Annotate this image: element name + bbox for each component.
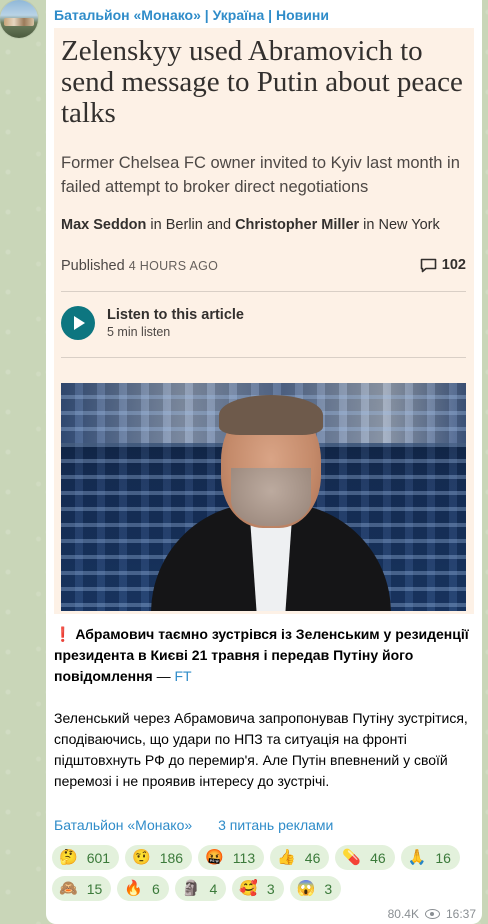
photo-person-beard bbox=[231, 468, 311, 526]
exclamation-icon: ❗ bbox=[54, 626, 72, 642]
source-link[interactable]: FT bbox=[174, 668, 191, 684]
author-1: Max Seddon bbox=[61, 217, 147, 233]
reaction-count: 3 bbox=[266, 880, 275, 897]
listen-duration: 5 min listen bbox=[107, 325, 171, 339]
message-meta: 80.4K 16:37 bbox=[388, 907, 476, 921]
channel-link[interactable]: Батальйон «Монако» bbox=[54, 817, 192, 833]
message-footer: Батальйон «Монако» 3 питань реклами bbox=[54, 817, 474, 833]
listen-title: Listen to this article bbox=[107, 307, 244, 323]
channel-avatar[interactable] bbox=[0, 0, 38, 38]
message-headline: Абрамович таємно зустрівся із Зеленським… bbox=[54, 626, 469, 684]
author-2: Christopher Miller bbox=[235, 217, 360, 233]
reaction-chip[interactable]: 🙈 15 bbox=[52, 876, 112, 901]
divider bbox=[61, 291, 466, 292]
message-text: ❗ Абрамович таємно зустрівся із Зеленськ… bbox=[54, 624, 474, 792]
message-bubble: Батальйон «Монако» | Україна | Новини Ze… bbox=[46, 0, 482, 924]
reactions-bar: 🤔 601 🤨 186 🤬 113 👍 46 💊 46 🙏 16 🙈 15 🔥 6 🗿 4 🥰 3 😱 3 bbox=[52, 845, 478, 901]
article-byline: Max Seddon in Berlin and Christopher Mil… bbox=[61, 217, 466, 233]
reaction-count: 186 bbox=[159, 849, 184, 866]
comments-count: 102 bbox=[420, 257, 466, 273]
reaction-count: 3 bbox=[324, 880, 333, 897]
byline-location-2: in New York bbox=[359, 217, 440, 233]
reaction-count: 46 bbox=[304, 849, 321, 866]
reaction-chip[interactable]: 🥰 3 bbox=[232, 876, 284, 901]
play-icon bbox=[61, 306, 95, 340]
reaction-emoji-icon: 😱 bbox=[296, 880, 316, 897]
published-ago: 4 HOURS AGO bbox=[128, 259, 219, 273]
article-standfirst: Former Chelsea FC owner invited to Kyiv … bbox=[61, 154, 460, 196]
reaction-emoji-icon: 🗿 bbox=[181, 880, 201, 897]
reaction-count: 601 bbox=[86, 849, 111, 866]
published-label: Published bbox=[61, 258, 125, 274]
reaction-count: 6 bbox=[151, 880, 160, 897]
reaction-emoji-icon: 👍 bbox=[277, 849, 296, 866]
message-time: 16:37 bbox=[445, 907, 476, 921]
reaction-chip[interactable]: 🔥 6 bbox=[117, 876, 169, 901]
reaction-count: 16 bbox=[435, 849, 451, 866]
message-paragraph: Зеленський через Абрамовича запропонував… bbox=[54, 710, 468, 789]
link-preview[interactable]: Zelenskyy used Abramovich to send messag… bbox=[54, 28, 474, 614]
published-info: Published 4 HOURS AGO bbox=[61, 258, 218, 274]
reaction-count: 46 bbox=[370, 849, 386, 866]
reaction-emoji-icon: 🤨 bbox=[132, 849, 151, 866]
reaction-count: 4 bbox=[209, 880, 218, 897]
divider bbox=[61, 357, 466, 358]
comments-count-value: 102 bbox=[441, 257, 466, 273]
reaction-emoji-icon: 🙈 bbox=[59, 880, 78, 897]
reaction-emoji-icon: 🥰 bbox=[239, 880, 258, 897]
reaction-chip[interactable]: 💊 46 bbox=[335, 845, 395, 870]
reaction-chip[interactable]: 🗿 4 bbox=[174, 876, 227, 901]
reaction-chip[interactable]: 🤔 601 bbox=[52, 845, 120, 870]
listen-to-article: Listen to this article 5 min listen bbox=[61, 306, 244, 340]
reaction-emoji-icon: 🤔 bbox=[59, 849, 78, 866]
comment-icon bbox=[420, 258, 437, 272]
article-photo bbox=[61, 383, 466, 611]
reaction-count: 15 bbox=[86, 880, 103, 897]
reaction-emoji-icon: 🤬 bbox=[205, 849, 224, 866]
reaction-emoji-icon: 🙏 bbox=[407, 849, 427, 866]
byline-location-1: in Berlin and bbox=[146, 217, 236, 233]
reaction-chip[interactable]: 😱 3 bbox=[289, 876, 342, 901]
message-dash: — bbox=[152, 668, 175, 684]
ads-link[interactable]: 3 питань реклами bbox=[218, 817, 333, 833]
photo-person-hair bbox=[219, 395, 323, 435]
reaction-chip[interactable]: 👍 46 bbox=[270, 845, 330, 870]
channel-name[interactable]: Батальйон «Монако» | Україна | Новини bbox=[54, 7, 329, 23]
eye-icon bbox=[424, 909, 440, 919]
article-title: Zelenskyy used Abramovich to send messag… bbox=[61, 35, 463, 129]
reaction-chip[interactable]: 🙏 16 bbox=[400, 845, 460, 870]
views-count: 80.4K bbox=[387, 907, 419, 921]
reaction-chip[interactable]: 🤨 186 bbox=[125, 845, 193, 870]
reaction-chip[interactable]: 🤬 113 bbox=[198, 845, 265, 870]
reaction-count: 113 bbox=[232, 849, 256, 866]
reaction-emoji-icon: 🔥 bbox=[124, 880, 143, 897]
reaction-emoji-icon: 💊 bbox=[342, 849, 362, 866]
